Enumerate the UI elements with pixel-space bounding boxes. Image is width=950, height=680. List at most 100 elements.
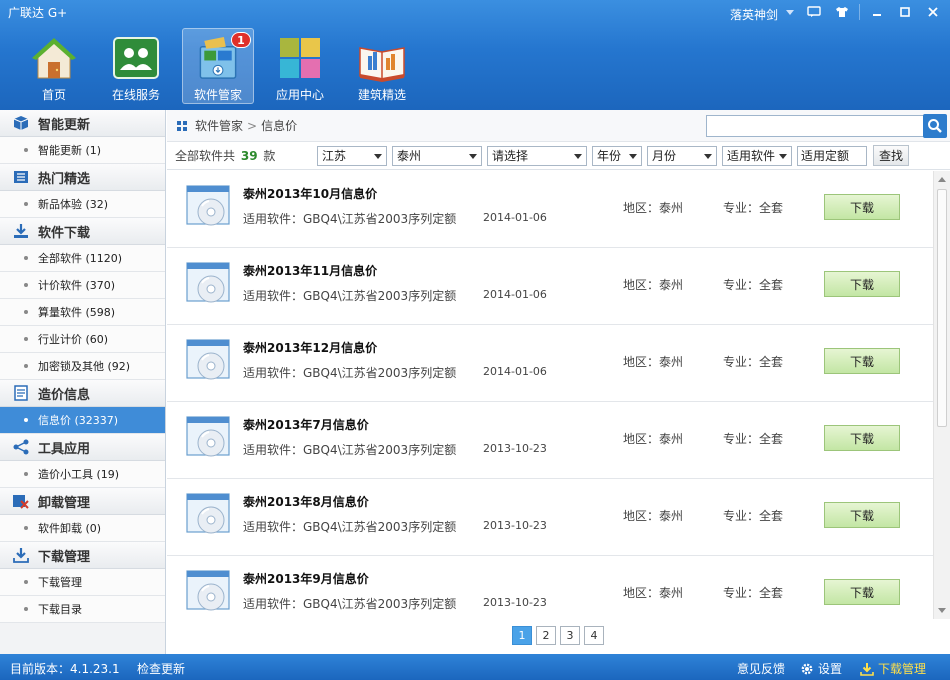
province-select[interactable]: 江苏: [317, 145, 387, 166]
sidebar-item-download-dir[interactable]: 下载目录: [0, 596, 165, 623]
app-center-icon: [280, 38, 320, 78]
bullet-icon: [24, 283, 28, 287]
message-icon[interactable]: [803, 3, 825, 21]
sidebar-item-cost-tools[interactable]: 造价小工具 (19): [0, 461, 165, 488]
sidebar-item-pricing-software[interactable]: 计价软件 (370): [0, 272, 165, 299]
sidebar-group-software-download[interactable]: 软件下载: [0, 218, 165, 245]
scroll-up-icon[interactable]: [938, 177, 946, 182]
settings-link[interactable]: 设置: [800, 660, 842, 677]
search-input[interactable]: [706, 115, 924, 137]
nav-home[interactable]: 首页: [18, 28, 90, 104]
item-major: 专业：全套: [723, 586, 784, 600]
sidebar-item-software-uninstall[interactable]: 软件卸载 (0): [0, 515, 165, 542]
total-prefix: 全部软件共: [175, 149, 236, 163]
district-select[interactable]: 请选择: [487, 145, 587, 166]
breadcrumb-root[interactable]: 软件管家: [195, 117, 243, 134]
nav-online-service[interactable]: 在线服务: [100, 28, 172, 104]
sidebar-item-label: 算量软件 (598): [38, 306, 116, 319]
close-icon[interactable]: [922, 3, 944, 21]
item-date: 2014-01-06: [483, 365, 547, 378]
item-major: 专业：全套: [723, 432, 784, 446]
item-region: 地区：泰州: [623, 432, 684, 446]
maximize-icon[interactable]: [894, 3, 916, 21]
sidebar-group-smart-update[interactable]: 智能更新: [0, 110, 165, 137]
download-button[interactable]: 下载: [824, 348, 900, 374]
chevron-down-icon: [374, 153, 382, 159]
download-button[interactable]: 下载: [824, 271, 900, 297]
software-select[interactable]: 适用软件: [722, 145, 792, 166]
window-controls: [803, 3, 944, 21]
month-select[interactable]: 月份: [647, 145, 717, 166]
check-update-link[interactable]: 检查更新: [137, 660, 185, 677]
city-select[interactable]: 泰州: [392, 145, 482, 166]
status-bar: 目前版本：4.1.23.1 检查更新 意见反馈 设置 下载管理: [0, 654, 950, 680]
scrollbar[interactable]: [933, 171, 950, 619]
bullet-icon: [24, 418, 28, 422]
download-button[interactable]: 下载: [824, 425, 900, 451]
nav-software-manager[interactable]: 1 软件管家: [182, 28, 254, 104]
page-button[interactable]: 2: [536, 626, 556, 645]
item-title[interactable]: 泰州2013年12月信息价: [243, 339, 377, 356]
item-title[interactable]: 泰州2013年9月信息价: [243, 570, 369, 587]
sidebar-item-all-software[interactable]: 全部软件 (1120): [0, 245, 165, 272]
download-button[interactable]: 下载: [824, 579, 900, 605]
sidebar-group-cost-info[interactable]: 造价信息: [0, 380, 165, 407]
sidebar-group-hot-picks[interactable]: 热门精选: [0, 164, 165, 191]
chevron-down-icon: [469, 153, 477, 159]
sidebar-item-quantity-software[interactable]: 算量软件 (598): [0, 299, 165, 326]
item-major: 专业：全套: [723, 201, 784, 215]
page-button[interactable]: 1: [512, 626, 532, 645]
download-manage-link[interactable]: 下载管理: [860, 660, 926, 677]
user-name[interactable]: 落英神剑: [730, 6, 778, 23]
total-suffix: 款: [263, 149, 276, 163]
scroll-thumb[interactable]: [937, 189, 947, 427]
download-button[interactable]: 下载: [824, 502, 900, 528]
sidebar-item-dongle-other[interactable]: 加密锁及其他 (92): [0, 353, 165, 380]
item-title[interactable]: 泰州2013年11月信息价: [243, 262, 377, 279]
year-select[interactable]: 年份: [592, 145, 642, 166]
item-title[interactable]: 泰州2013年8月信息价: [243, 493, 369, 510]
nav-label: 在线服务: [111, 88, 160, 102]
download-button[interactable]: 下载: [824, 194, 900, 220]
filter-bar: 全部软件共 39 款 江苏 泰州 请选择 年份 月份 适用软件 适用定额 查找: [167, 142, 950, 170]
download-manage-label: 下载管理: [878, 662, 927, 676]
document-icon: [14, 385, 28, 401]
chevron-down-icon: [704, 153, 712, 159]
sidebar-item-download-manage[interactable]: 下载管理: [0, 569, 165, 596]
sidebar-item-label: 下载管理: [38, 576, 82, 589]
chevron-down-icon: [629, 153, 637, 159]
top-toolbar: 广联达 G+ 落英神剑 首页 在线服务 1 软件管家 应用中心 建筑精选: [0, 0, 950, 110]
feedback-link[interactable]: 意见反馈: [737, 660, 785, 677]
disc-package-icon: [185, 492, 231, 536]
page-button[interactable]: 4: [584, 626, 604, 645]
item-major: 专业：全套: [723, 355, 784, 369]
sidebar-group-uninstall[interactable]: 卸载管理: [0, 488, 165, 515]
select-value: 适用软件: [727, 149, 776, 163]
nav-label: 应用中心: [275, 88, 324, 102]
minimize-icon[interactable]: [866, 3, 888, 21]
sidebar-item-smart-update[interactable]: 智能更新 (1): [0, 137, 165, 164]
building-book-icon: [359, 47, 405, 82]
sidebar-item-industry-pricing[interactable]: 行业计价 (60): [0, 326, 165, 353]
skin-shirt-icon[interactable]: [831, 3, 853, 21]
sidebar-item-new-products[interactable]: 新品体验 (32): [0, 191, 165, 218]
nav-app-center[interactable]: 应用中心: [264, 28, 336, 104]
nav-building-selection[interactable]: 建筑精选: [346, 28, 418, 104]
sidebar-item-label: 软件卸载 (0): [38, 522, 102, 535]
sidebar-group-tools[interactable]: 工具应用: [0, 434, 165, 461]
item-title[interactable]: 泰州2013年7月信息价: [243, 416, 369, 433]
page-button[interactable]: 3: [560, 626, 580, 645]
search-button[interactable]: [923, 114, 947, 138]
find-button[interactable]: 查找: [873, 145, 909, 166]
pagination: 1234: [512, 626, 604, 645]
sidebar-group-download-manage[interactable]: 下载管理: [0, 542, 165, 569]
item-region: 地区：泰州: [623, 278, 684, 292]
quota-input[interactable]: 适用定额: [797, 145, 867, 166]
user-dropdown-caret-icon[interactable]: [786, 10, 794, 15]
item-title[interactable]: 泰州2013年10月信息价: [243, 185, 377, 202]
scroll-down-icon[interactable]: [938, 608, 946, 613]
sidebar-item-label: 新品体验 (32): [38, 198, 109, 211]
version-label: 目前版本：4.1.23.1: [10, 662, 120, 676]
item-region: 地区：泰州: [623, 586, 684, 600]
sidebar-item-info-price[interactable]: 信息价 (32337): [0, 407, 165, 434]
